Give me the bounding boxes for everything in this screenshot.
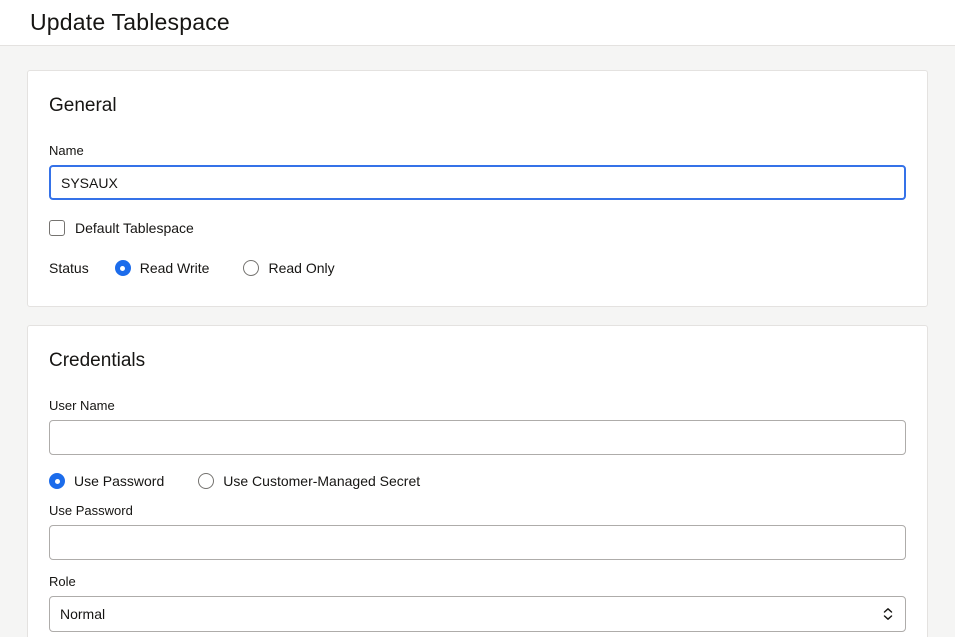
- read-write-label: Read Write: [140, 260, 210, 276]
- credentials-heading: Credentials: [49, 350, 906, 372]
- status-label: Status: [49, 260, 89, 276]
- default-tablespace-row[interactable]: Default Tablespace: [49, 220, 906, 236]
- default-tablespace-checkbox[interactable]: [49, 220, 65, 236]
- role-select[interactable]: Normal: [49, 596, 906, 632]
- general-section: General Name Default Tablespace Status R…: [27, 70, 928, 307]
- general-heading: General: [49, 95, 906, 117]
- auth-radio-group: Use Password Use Customer-Managed Secret: [49, 473, 906, 489]
- auth-option-customer-managed-secret[interactable]: Use Customer-Managed Secret: [198, 473, 420, 489]
- name-label: Name: [49, 143, 906, 158]
- read-only-label: Read Only: [268, 260, 334, 276]
- customer-managed-secret-radio-icon[interactable]: [198, 473, 214, 489]
- password-field-group: Use Password: [49, 503, 906, 560]
- use-password-radio-icon[interactable]: [49, 473, 65, 489]
- default-tablespace-label: Default Tablespace: [75, 220, 194, 236]
- read-write-radio-icon[interactable]: [115, 260, 131, 276]
- page-header: Update Tablespace: [0, 0, 955, 46]
- username-field-group: User Name: [49, 398, 906, 455]
- status-radio-group: Read Write Read Only: [115, 260, 369, 276]
- main-content: General Name Default Tablespace Status R…: [0, 46, 955, 637]
- chevron-up-down-icon: [883, 607, 893, 621]
- status-row: Status Read Write Read Only: [49, 260, 906, 276]
- status-option-read-only[interactable]: Read Only: [243, 260, 334, 276]
- username-input[interactable]: [49, 420, 906, 455]
- username-label: User Name: [49, 398, 906, 413]
- customer-managed-secret-label: Use Customer-Managed Secret: [223, 473, 420, 489]
- read-only-radio-icon[interactable]: [243, 260, 259, 276]
- name-input[interactable]: [49, 165, 906, 200]
- credentials-section: Credentials User Name Use Password Use C…: [27, 325, 928, 637]
- role-label: Role: [49, 574, 906, 589]
- password-input[interactable]: [49, 525, 906, 560]
- auth-option-use-password[interactable]: Use Password: [49, 473, 164, 489]
- name-field-group: Name: [49, 143, 906, 200]
- use-password-option-label: Use Password: [74, 473, 164, 489]
- role-selected-value: Normal: [60, 606, 105, 622]
- page-title: Update Tablespace: [30, 9, 230, 36]
- role-field-group: Role Normal: [49, 574, 906, 632]
- status-option-read-write[interactable]: Read Write: [115, 260, 210, 276]
- password-label: Use Password: [49, 503, 906, 518]
